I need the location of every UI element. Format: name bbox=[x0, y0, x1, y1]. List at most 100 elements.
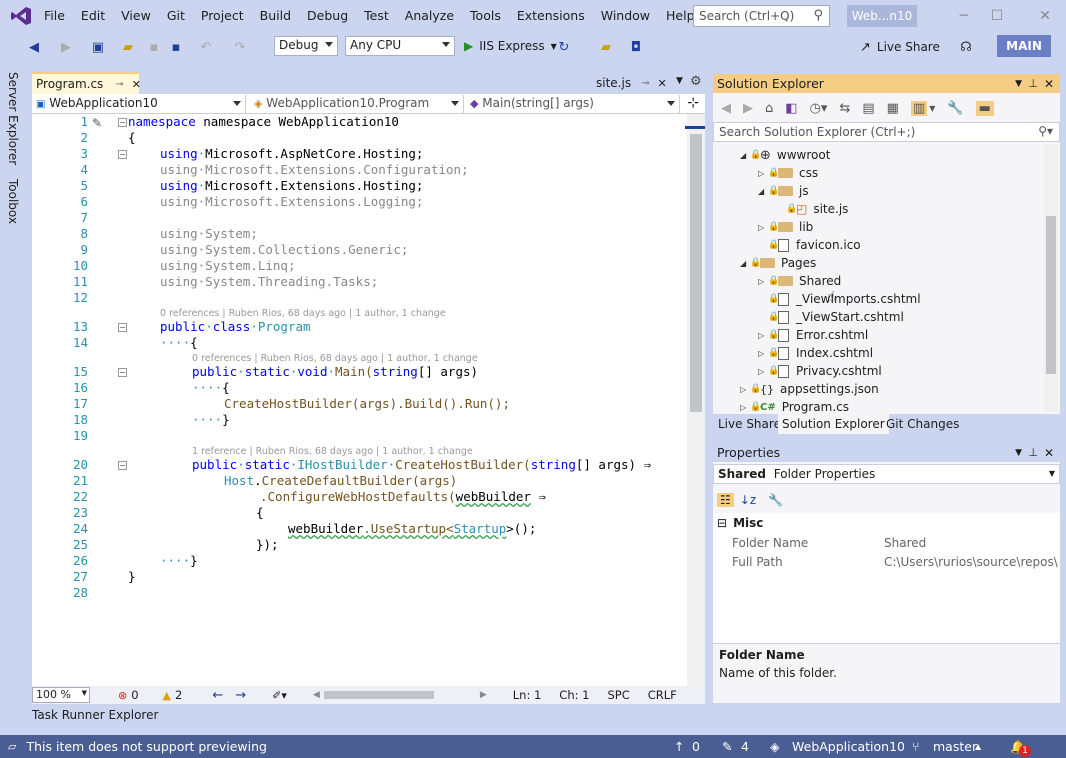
property-row[interactable]: Folder Name bbox=[732, 536, 808, 550]
repository-icon[interactable]: ◈ bbox=[770, 739, 780, 754]
fold-toggle-icon[interactable]: − bbox=[118, 150, 127, 159]
class-dropdown[interactable]: ◈ WebApplication10.Program bbox=[250, 95, 464, 113]
zoom-dropdown[interactable]: 100 % ▼ bbox=[32, 687, 90, 703]
menu-debug[interactable]: Debug bbox=[299, 0, 356, 32]
home-icon[interactable]: ⌂ bbox=[765, 101, 773, 116]
menu-tools[interactable]: Tools bbox=[462, 0, 509, 32]
menu-test[interactable]: Test bbox=[356, 0, 397, 32]
tree-item-site-js[interactable]: 🔒 ◰ site.js bbox=[786, 200, 848, 218]
pin-icon[interactable]: ⊸ bbox=[641, 78, 649, 89]
scroll-right-icon[interactable]: ▶ bbox=[480, 690, 487, 700]
save-icon[interactable]: ▪ bbox=[146, 36, 162, 58]
menu-extensions[interactable]: Extensions bbox=[509, 0, 593, 32]
tree-item-viewimports[interactable]: 🔒 _ViewImports.cshtml bbox=[768, 290, 921, 308]
settings-gear-icon[interactable]: ⚙ bbox=[690, 74, 702, 89]
close-window-icon[interactable]: ✕ bbox=[1035, 6, 1055, 26]
tree-view-icon[interactable]: ▥ bbox=[910, 100, 928, 116]
preview-selected-icon[interactable]: ▬ bbox=[975, 100, 994, 116]
column-indicator[interactable]: Ch: 1 bbox=[559, 688, 589, 702]
tree-item-pages[interactable]: ◢ 🔒 Pages bbox=[740, 254, 816, 272]
tree-item-index[interactable]: ▷ 🔒 Index.cshtml bbox=[758, 344, 873, 362]
warning-icon[interactable]: ▲ bbox=[163, 689, 171, 702]
menu-view[interactable]: View bbox=[113, 0, 159, 32]
properties-wrench-icon[interactable]: 🔧 bbox=[947, 101, 963, 116]
toolbox-tab[interactable]: Toolbox bbox=[6, 177, 20, 226]
publish-icon[interactable]: ↑ bbox=[674, 739, 684, 754]
split-window-icon[interactable]: ⊹ bbox=[687, 95, 699, 111]
tree-item-error[interactable]: ▷ 🔒 Error.cshtml bbox=[758, 326, 868, 344]
tab-solution-explorer[interactable]: Solution Explorer bbox=[778, 414, 889, 434]
tree-item-css[interactable]: ▷ 🔒 css bbox=[758, 164, 818, 182]
property-row[interactable]: Full Path bbox=[732, 555, 783, 569]
fold-toggle-icon[interactable]: − bbox=[118, 118, 127, 127]
minimize-icon[interactable]: ─ bbox=[954, 6, 974, 26]
category-misc[interactable]: ⊟ Misc bbox=[717, 516, 763, 530]
close-icon[interactable]: ✕ bbox=[132, 78, 141, 91]
feedback-icon[interactable]: ☊ bbox=[958, 36, 974, 58]
menu-file[interactable]: File bbox=[36, 0, 73, 32]
pending-changes-icon[interactable]: ◷▾ bbox=[810, 101, 828, 116]
codelens-program[interactable]: 0 references | Ruben Rios, 68 days ago |… bbox=[160, 308, 446, 319]
forward-icon[interactable]: ▶ bbox=[743, 101, 753, 116]
maximize-icon[interactable]: ☐ bbox=[987, 6, 1007, 26]
tree-item-lib[interactable]: ▷ 🔒 lib bbox=[758, 218, 813, 236]
visual-studio-logo-icon[interactable] bbox=[10, 6, 32, 26]
refresh-icon[interactable]: ↻ bbox=[556, 36, 572, 58]
show-all-files-icon[interactable]: ▦ bbox=[887, 101, 899, 116]
platform-dropdown[interactable]: Any CPU bbox=[345, 36, 455, 56]
code-cleanup-icon[interactable]: ✐▾ bbox=[272, 689, 287, 702]
property-pages-icon[interactable]: 🔧 bbox=[768, 493, 783, 507]
tree-item-shared[interactable]: ▷ 🔒 Shared bbox=[758, 272, 841, 290]
tab-live-share[interactable]: Live Share bbox=[714, 414, 785, 434]
line-ending-indicator[interactable]: CRLF bbox=[648, 688, 677, 702]
unpushed-count[interactable]: 0 bbox=[692, 739, 700, 754]
run-button[interactable]: ▶ IIS Express ▼ bbox=[464, 36, 557, 56]
scroll-left-icon[interactable]: ◀ bbox=[313, 690, 320, 700]
branch-badge[interactable]: MAIN bbox=[997, 35, 1051, 57]
tree-item-favicon[interactable]: 🔒 favicon.ico bbox=[768, 236, 861, 254]
tab-list-dropdown-icon[interactable]: ▼ bbox=[676, 76, 683, 86]
undo-icon[interactable]: ↶ bbox=[198, 36, 214, 58]
solution-search-input[interactable]: Search Solution Explorer (Ctrl+;) ⚲▾ bbox=[713, 122, 1060, 142]
back-icon[interactable]: ◀ bbox=[26, 36, 42, 58]
object-selector-dropdown[interactable]: Shared Folder Properties ▼ bbox=[713, 464, 1060, 484]
live-share-button[interactable]: ↗ Live Share bbox=[860, 36, 940, 58]
member-dropdown[interactable]: ◆ Main(string[] args) bbox=[466, 95, 680, 113]
redo-icon[interactable]: ↷ bbox=[232, 36, 248, 58]
horizontal-scroll-thumb[interactable] bbox=[323, 691, 434, 699]
server-explorer-tab[interactable]: Server Explorer bbox=[6, 70, 20, 167]
error-icon[interactable]: ⊗ bbox=[118, 689, 127, 702]
pencil-icon[interactable]: ✎ bbox=[722, 739, 732, 754]
close-icon[interactable]: ✕ bbox=[1044, 446, 1054, 460]
editor-vertical-scrollbar[interactable] bbox=[687, 114, 705, 686]
configuration-dropdown[interactable]: Debug bbox=[274, 36, 338, 56]
menu-build[interactable]: Build bbox=[252, 0, 299, 32]
window-position-icon[interactable]: ▼ bbox=[1015, 448, 1022, 458]
quick-actions-brush-icon[interactable]: ✎ bbox=[92, 116, 102, 130]
search-input[interactable]: Search (Ctrl+Q) ⚲ bbox=[693, 5, 830, 27]
save-all-icon[interactable]: ▪ bbox=[168, 36, 184, 58]
menu-project[interactable]: Project bbox=[193, 0, 252, 32]
menu-analyze[interactable]: Analyze bbox=[397, 0, 462, 32]
task-runner-explorer-tab[interactable]: Task Runner Explorer bbox=[32, 708, 158, 728]
pin-icon[interactable]: ⊸ bbox=[115, 79, 123, 90]
close-icon[interactable]: ✕ bbox=[1044, 77, 1054, 91]
repository-name[interactable]: WebApplication10 bbox=[792, 739, 905, 754]
alphabetical-icon[interactable]: ↓z bbox=[740, 493, 756, 507]
tab-git-changes[interactable]: Git Changes bbox=[882, 414, 963, 434]
tree-item-privacy[interactable]: ▷ 🔒 Privacy.cshtml bbox=[758, 362, 882, 380]
new-project-icon[interactable]: ▣ bbox=[90, 36, 106, 58]
window-position-icon[interactable]: ▼ bbox=[1015, 79, 1022, 89]
project-dropdown[interactable]: ▣ WebApplication10 bbox=[32, 95, 246, 113]
tab-site-js[interactable]: site.js ⊸ ✕ bbox=[596, 74, 667, 92]
branch-name[interactable]: master bbox=[933, 739, 977, 754]
pin-icon[interactable]: ⊥ bbox=[1028, 77, 1038, 90]
scroll-thumb[interactable] bbox=[1046, 216, 1056, 374]
tree-item-viewstart[interactable]: 🔒 _ViewStart.cshtml bbox=[768, 308, 904, 326]
property-value[interactable]: Shared bbox=[884, 536, 926, 550]
menu-window[interactable]: Window bbox=[593, 0, 658, 32]
switch-views-icon[interactable]: ◧ bbox=[785, 101, 797, 116]
back-icon[interactable]: ◀ bbox=[721, 101, 731, 116]
close-icon[interactable]: ✕ bbox=[657, 77, 666, 90]
screenshot-icon[interactable]: ◘ bbox=[628, 36, 644, 58]
